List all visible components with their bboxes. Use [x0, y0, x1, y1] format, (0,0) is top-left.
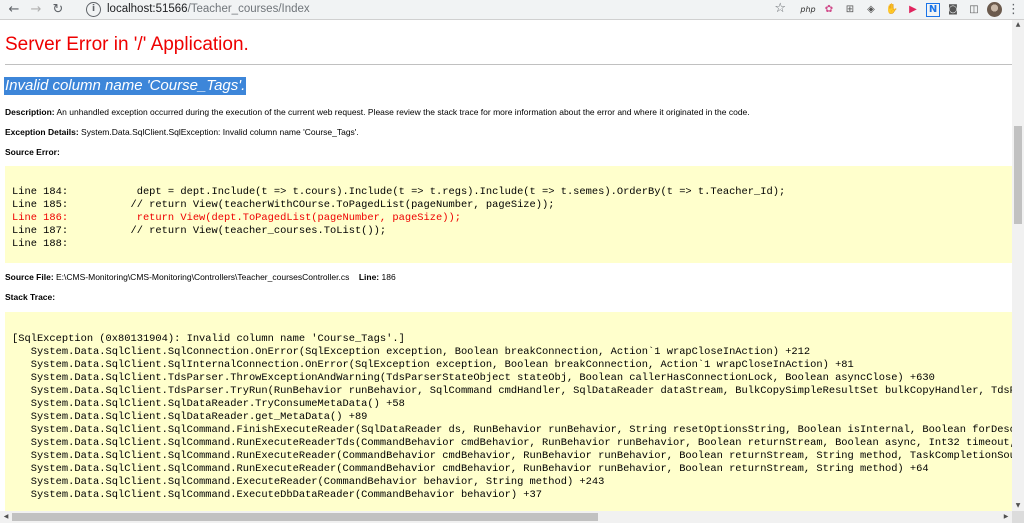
source-error-box: Line 184: dept = dept.Include(t => t.cou… [5, 166, 1012, 263]
stack-line: System.Data.SqlClient.SqlCommand.Execute… [12, 489, 543, 501]
source-error-line: Source Error: [5, 147, 60, 157]
browser-toolbar: ← → ↻ i localhost:51566/Teacher_courses/… [0, 0, 1024, 20]
stack-line: System.Data.SqlClient.SqlDataReader.get_… [12, 411, 368, 423]
source-line: Line 185: // return View(teacherWithCOur… [12, 199, 555, 211]
line-number: 186 [379, 272, 396, 282]
description-text: An unhandled exception occurred during t… [54, 107, 750, 117]
stack-line: [SqlException (0x80131904): Invalid colu… [12, 333, 405, 345]
bookmark-star-icon[interactable]: ☆ [774, 1, 786, 16]
stack-line: System.Data.SqlClient.SqlCommand.RunExec… [12, 437, 1012, 449]
address-bar[interactable]: i localhost:51566/Teacher_courses/Index … [78, 1, 796, 17]
url-path: /Teacher_courses/Index [187, 3, 310, 15]
source-file-label: Source File: [5, 272, 54, 282]
profile-avatar[interactable] [987, 2, 1002, 17]
source-line: Line 184: dept = dept.Include(t => t.cou… [12, 186, 786, 198]
color-wheel-extension-icon[interactable]: ✿ [821, 2, 837, 17]
description-label: Description: [5, 107, 55, 117]
stack-trace-box: [SqlException (0x80131904): Invalid colu… [5, 312, 1012, 511]
reload-icon[interactable]: ↻ [47, 0, 69, 19]
scroll-right-icon[interactable]: ▶ [1000, 511, 1012, 523]
description-line: Description: An unhandled exception occu… [5, 107, 750, 117]
scroll-down-icon[interactable]: ▼ [1012, 501, 1024, 511]
stack-line: System.Data.SqlClient.SqlDataReader.TryC… [12, 398, 405, 410]
stack-line: System.Data.SqlClient.SqlCommand.Execute… [12, 476, 605, 488]
stack-trace-line: Stack Trace: [5, 292, 55, 302]
extensions-bar: php ✿ ⊞ ◈ ✋ ▶ N ◙ ◫ ⋮ [800, 1, 1020, 18]
scroll-left-icon[interactable]: ◀ [0, 511, 12, 523]
error-heading: Invalid column name 'Course_Tags'. [4, 77, 247, 95]
browser-menu-icon[interactable]: ⋮ [1007, 2, 1020, 17]
extensions-puzzle-icon[interactable]: ◫ [966, 2, 982, 17]
scroll-up-icon[interactable]: ▲ [1012, 20, 1024, 30]
stack-line: System.Data.SqlClient.SqlCommand.RunExec… [12, 450, 1012, 462]
play-extension-icon[interactable]: ▶ [905, 2, 921, 17]
translate-extension-icon[interactable]: ⊞ [842, 2, 858, 17]
forward-icon[interactable]: → [25, 0, 47, 19]
source-file-line: Source File: E:\CMS-Monitoring\CMS-Monit… [5, 272, 396, 282]
source-error-label: Source Error: [5, 147, 60, 157]
screenshot-extension-icon[interactable]: ◙ [945, 2, 961, 17]
url-text[interactable]: localhost:51566/Teacher_courses/Index [107, 3, 310, 15]
horizontal-scrollbar[interactable]: ◀ ▶ [0, 511, 1012, 523]
php-extension-icon[interactable]: php [800, 2, 816, 17]
page-title: Server Error in '/' Application. [5, 34, 249, 55]
shield-extension-icon[interactable]: ◈ [863, 2, 879, 17]
vertical-scroll-thumb[interactable] [1014, 126, 1022, 224]
stack-line: System.Data.SqlClient.SqlCommand.RunExec… [12, 463, 929, 475]
stack-line: System.Data.SqlClient.TdsParser.ThrowExc… [12, 372, 935, 384]
stack-line: System.Data.SqlClient.SqlCommand.FinishE… [12, 424, 1012, 436]
title-divider [5, 64, 1012, 65]
url-host: localhost:51566 [107, 3, 188, 15]
stack-line: System.Data.SqlClient.TdsParser.TryRun(R… [12, 385, 1012, 397]
source-line-highlighted: Line 186: return View(dept.ToPagedList(p… [12, 212, 461, 224]
vertical-scrollbar[interactable]: ▲ ▼ [1012, 20, 1024, 511]
hand-extension-icon[interactable]: ✋ [884, 2, 900, 17]
stack-trace-label: Stack Trace: [5, 292, 56, 302]
stack-line: System.Data.SqlClient.SqlInternalConnect… [12, 359, 854, 371]
info-icon[interactable]: i [86, 1, 101, 17]
exception-details-line: Exception Details: System.Data.SqlClient… [5, 127, 359, 137]
line-label: Line: [358, 272, 380, 282]
stack-line: System.Data.SqlClient.SqlConnection.OnEr… [12, 346, 811, 358]
n-extension-icon[interactable]: N [926, 2, 940, 17]
source-file-path: E:\CMS-Monitoring\CMS-Monitoring\Control… [53, 272, 350, 282]
scrollbar-corner [1012, 511, 1024, 523]
source-line: Line 187: // return View(teacher_courses… [12, 225, 387, 237]
horizontal-scroll-thumb[interactable] [12, 513, 598, 521]
exception-details-label: Exception Details: [5, 127, 79, 137]
source-line: Line 188: [12, 238, 69, 250]
back-icon[interactable]: ← [3, 0, 25, 19]
exception-details-text: System.Data.SqlClient.SqlException: Inva… [78, 127, 359, 137]
error-page: Server Error in '/' Application. Invalid… [0, 20, 1012, 511]
